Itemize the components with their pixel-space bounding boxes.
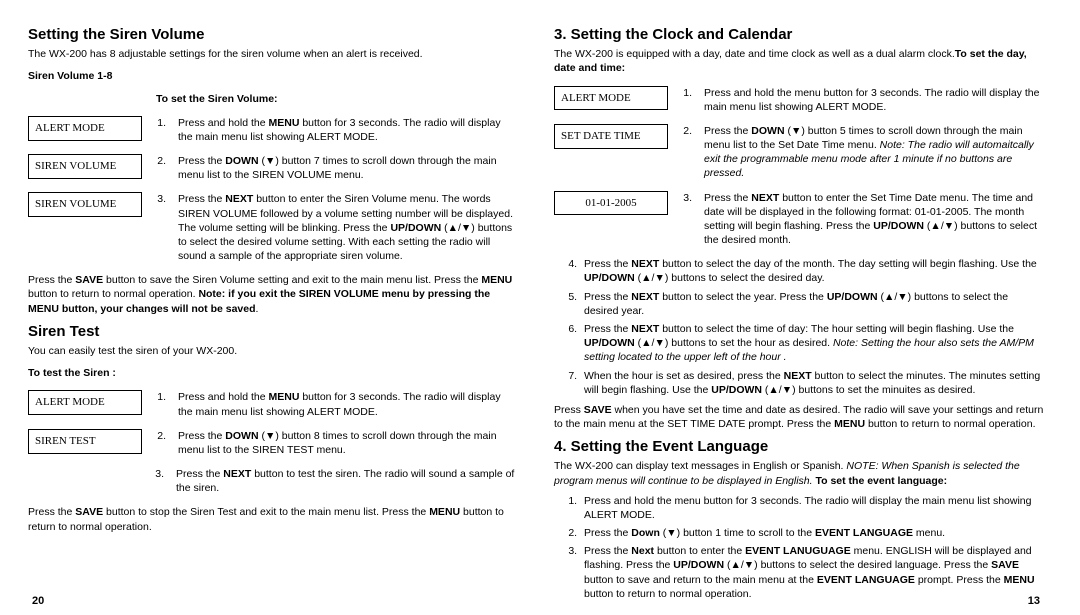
siren-test-sub: To test the Siren : (28, 366, 518, 380)
siren-test-intro: You can easily test the siren of your WX… (28, 344, 518, 358)
lang-title: 4. Setting the Event Language (554, 437, 1044, 457)
page-number-left: 20 (32, 594, 44, 609)
clk-row-2: SET DATE TIME 2. Press the DOWN (▼) butt… (554, 124, 1044, 181)
siren-volume-sub2: To set the Siren Volume: (156, 92, 518, 106)
lang-step3: Press the Next button to enter the EVENT… (580, 544, 1044, 601)
step-number: 3. (150, 467, 166, 481)
step-number: 1. (152, 390, 168, 404)
st-step3: Press the NEXT button to test the siren.… (176, 467, 518, 495)
clk-step6: Press the NEXT button to select the time… (580, 322, 1044, 365)
st-save: Press the SAVE button to stop the Siren … (28, 505, 518, 533)
lcd-alert-mode: ALERT MODE (28, 116, 142, 141)
clock-steps-continued: Press the NEXT button to select the day … (580, 257, 1044, 397)
clk-save: Press SAVE when you have set the time an… (554, 403, 1044, 431)
step-number: 3. (152, 192, 168, 206)
lcd-empty (28, 467, 140, 475)
right-page: 3. Setting the Clock and Calendar The WX… (554, 25, 1044, 605)
lang-step2: Press the Down (▼) button 1 time to scro… (580, 526, 1044, 540)
st-row-2: SIREN TEST 2. Press the DOWN (▼) button … (28, 429, 518, 457)
clk-step7: When the hour is set as desired, press t… (580, 369, 1044, 397)
sv-row-3: SIREN VOLUME 3. Press the NEXT button to… (28, 192, 518, 263)
clock-title: 3. Setting the Clock and Calendar (554, 25, 1044, 45)
sv-step1: Press and hold the MENU button for 3 sec… (178, 116, 518, 144)
step-number: 2. (152, 154, 168, 168)
lcd-siren-test: SIREN TEST (28, 429, 142, 454)
lcd-siren-volume: SIREN VOLUME (28, 154, 142, 179)
clk-step3: Press the NEXT button to enter the Set T… (704, 191, 1044, 248)
lcd-date: 01-01-2005 (554, 191, 668, 216)
clk-step1: Press and hold the menu button for 3 sec… (704, 86, 1044, 114)
lcd-set-date-time: SET DATE TIME (554, 124, 668, 149)
clk-step4: Press the NEXT button to select the day … (580, 257, 1044, 285)
siren-volume-title: Setting the Siren Volume (28, 25, 518, 45)
lang-steps: Press and hold the menu button for 3 sec… (580, 494, 1044, 601)
st-row-3: 3. Press the NEXT button to test the sir… (28, 467, 518, 495)
step-number: 1. (152, 116, 168, 130)
clk-row-3: 01-01-2005 3. Press the NEXT button to e… (554, 191, 1044, 248)
sv-save: Press the SAVE button to save the Siren … (28, 273, 518, 316)
lcd-alert-mode: ALERT MODE (28, 390, 142, 415)
step-number: 2. (152, 429, 168, 443)
page-number-right: 13 (1028, 594, 1040, 609)
clk-step5: Press the NEXT button to select the year… (580, 290, 1044, 318)
clk-row-1: ALERT MODE 1. Press and hold the menu bu… (554, 86, 1044, 114)
sv-step3: Press the NEXT button to enter the Siren… (178, 192, 518, 263)
siren-volume-intro: The WX-200 has 8 adjustable settings for… (28, 47, 518, 61)
step-number: 1. (678, 86, 694, 100)
st-step1: Press and hold the MENU button for 3 sec… (178, 390, 518, 418)
sv-row-2: SIREN VOLUME 2. Press the DOWN (▼) butto… (28, 154, 518, 182)
st-step2: Press the DOWN (▼) button 8 times to scr… (178, 429, 518, 457)
step-number: 2. (678, 124, 694, 138)
lang-intro: The WX-200 can display text messages in … (554, 459, 1044, 487)
clock-intro: The WX-200 is equipped with a day, date … (554, 47, 1044, 75)
sv-step2: Press the DOWN (▼) button 7 times to scr… (178, 154, 518, 182)
clk-step2: Press the DOWN (▼) button 5 times to scr… (704, 124, 1044, 181)
step-number: 3. (678, 191, 694, 205)
st-row-1: ALERT MODE 1. Press and hold the MENU bu… (28, 390, 518, 418)
siren-volume-sub1: Siren Volume 1-8 (28, 69, 518, 83)
lcd-alert-mode: ALERT MODE (554, 86, 668, 111)
lcd-siren-volume-2: SIREN VOLUME (28, 192, 142, 217)
sv-row-1: ALERT MODE 1. Press and hold the MENU bu… (28, 116, 518, 144)
siren-test-title: Siren Test (28, 322, 518, 342)
left-page: Setting the Siren Volume The WX-200 has … (28, 25, 518, 605)
lang-step1: Press and hold the menu button for 3 sec… (580, 494, 1044, 522)
